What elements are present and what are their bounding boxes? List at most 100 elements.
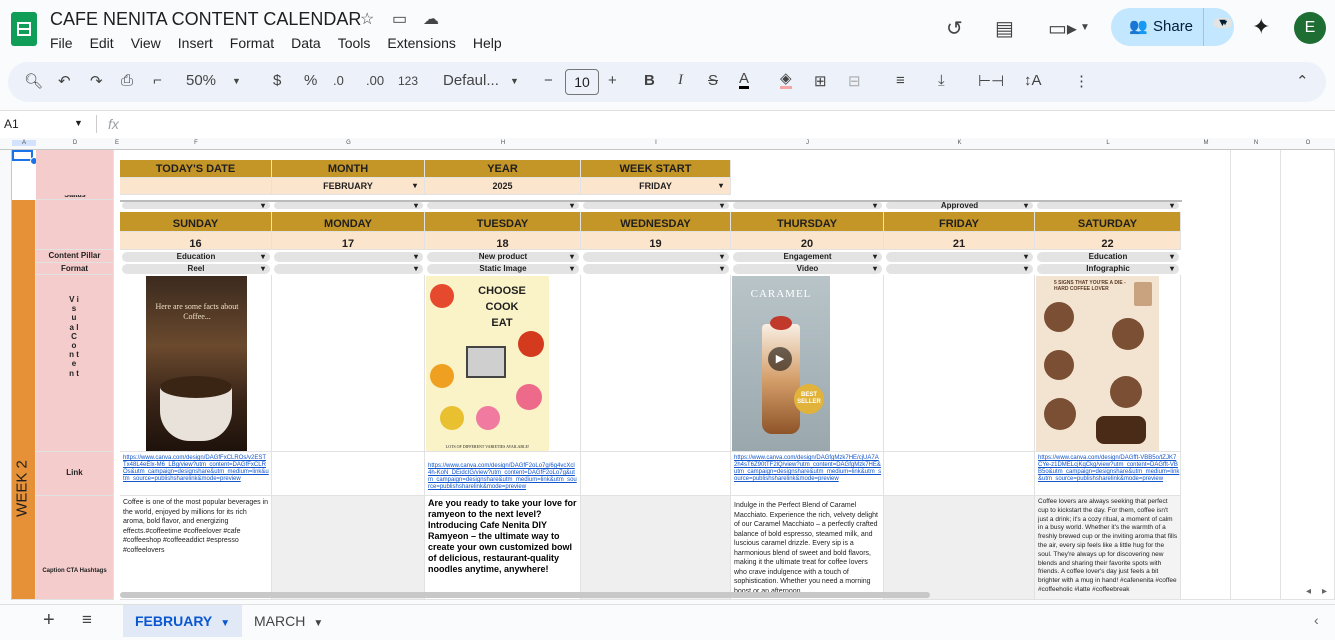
col-header-i[interactable]: I bbox=[581, 140, 731, 146]
tab-february-dropdown-icon[interactable]: ▼ bbox=[220, 618, 230, 629]
format-dropdown-wednesday[interactable] bbox=[583, 264, 729, 274]
link-saturday[interactable]: https://www.canva.com/design/DAGfft-VBB5… bbox=[1038, 455, 1180, 483]
share-dropdown-icon[interactable]: ▼ bbox=[1213, 18, 1232, 29]
add-sheet-icon[interactable]: + bbox=[43, 609, 55, 632]
status-dropdown-friday[interactable]: Approved bbox=[886, 202, 1033, 210]
week-cell[interactable]: WEEK 2 bbox=[12, 200, 36, 600]
format-dropdown-monday[interactable] bbox=[274, 264, 423, 274]
increase-font-size-icon[interactable]: + bbox=[608, 72, 617, 89]
year-value[interactable]: 2025 bbox=[425, 178, 581, 195]
fill-color-icon[interactable]: ◈ bbox=[780, 71, 792, 89]
visual-cell-monday[interactable] bbox=[272, 275, 425, 452]
day-header-thursday[interactable]: THURSDAY bbox=[731, 212, 884, 232]
scroll-left-icon[interactable]: ◂ bbox=[1306, 586, 1311, 597]
link-tuesday[interactable]: https://www.canva.com/design/DAGfF2oLo7g… bbox=[428, 463, 578, 491]
col-header-n[interactable]: N bbox=[1231, 140, 1281, 146]
column-m[interactable] bbox=[1181, 150, 1231, 600]
bold-icon[interactable]: B bbox=[644, 72, 655, 89]
pillar-dropdown-saturday[interactable]: Education bbox=[1037, 252, 1179, 262]
percent-button[interactable]: % bbox=[304, 72, 317, 89]
tab-february[interactable]: FEBRUARY ▼ bbox=[123, 605, 243, 637]
label-cell-blank[interactable] bbox=[36, 200, 114, 250]
cloud-status-icon[interactable]: ☁ bbox=[423, 9, 439, 29]
currency-button[interactable]: $ bbox=[273, 72, 281, 89]
menu-insert[interactable]: Insert bbox=[178, 35, 213, 51]
font-dropdown-icon[interactable]: ▼ bbox=[510, 76, 519, 86]
scroll-right-icon[interactable]: ▸ bbox=[1322, 586, 1327, 597]
pillar-dropdown-friday[interactable] bbox=[886, 252, 1033, 262]
status-dropdown-wednesday[interactable] bbox=[583, 202, 729, 209]
text-rotation-icon[interactable]: ↕A bbox=[1024, 72, 1042, 89]
col-header-a[interactable]: A bbox=[12, 140, 36, 146]
caption-cell-friday[interactable] bbox=[884, 496, 1035, 600]
zoom-select[interactable]: 50% bbox=[186, 72, 216, 89]
column-n[interactable] bbox=[1231, 150, 1281, 600]
caption-cell-thursday[interactable]: Indulge in the Perfect Blend of Caramel … bbox=[731, 496, 884, 600]
date-monday[interactable]: 17 bbox=[272, 232, 425, 250]
menu-help[interactable]: Help bbox=[473, 35, 502, 51]
pillar-dropdown-monday[interactable] bbox=[274, 252, 423, 262]
zoom-dropdown-icon[interactable]: ▼ bbox=[232, 76, 241, 86]
day-header-friday[interactable]: FRIDAY bbox=[884, 212, 1035, 232]
coffee-facts-image[interactable]: Here are some facts about Coffee... bbox=[146, 276, 247, 451]
col-header-f[interactable]: F bbox=[120, 140, 272, 146]
caption-cell-tuesday[interactable]: Are you ready to take your love for ramy… bbox=[425, 496, 581, 600]
day-header-saturday[interactable]: SATURDAY bbox=[1035, 212, 1181, 232]
link-cell-monday[interactable] bbox=[272, 452, 425, 496]
link-cell-sunday[interactable]: https://www.canva.com/design/DAGfFxCLROs… bbox=[120, 452, 272, 496]
col-header-l[interactable]: L bbox=[1035, 140, 1181, 146]
date-friday[interactable]: 21 bbox=[884, 232, 1035, 250]
status-dropdown-monday[interactable] bbox=[274, 202, 423, 209]
gemini-icon[interactable]: ✦ bbox=[1252, 14, 1270, 40]
coffee-lover-infographic[interactable]: 5 SIGNS THAT YOU'RE A DIE - HARD COFFEE … bbox=[1036, 276, 1159, 451]
increase-decimal-button[interactable]: .00 bbox=[366, 73, 384, 88]
menu-edit[interactable]: Edit bbox=[90, 35, 114, 51]
menu-tools[interactable]: Tools bbox=[338, 35, 371, 51]
col-header-j[interactable]: J bbox=[731, 140, 884, 146]
pillar-dropdown-wednesday[interactable] bbox=[583, 252, 729, 262]
col-header-d[interactable]: D bbox=[36, 140, 114, 146]
borders-icon[interactable]: ⊞ bbox=[814, 72, 827, 90]
week-start-dropdown[interactable]: FRIDAY bbox=[583, 181, 728, 191]
font-select[interactable]: Defaul... bbox=[443, 72, 499, 89]
link-cell-thursday[interactable]: https://www.canva.com/design/DAGfgMzk7HE… bbox=[731, 452, 884, 496]
format-dropdown-saturday[interactable]: Infographic bbox=[1037, 264, 1179, 274]
name-box[interactable]: A1 bbox=[4, 117, 19, 131]
col-header-o[interactable]: O bbox=[1281, 140, 1335, 146]
play-icon[interactable]: ▶ bbox=[768, 347, 792, 371]
menu-extensions[interactable]: Extensions bbox=[387, 35, 455, 51]
collapse-toolbar-icon[interactable]: ⌃ bbox=[1296, 72, 1309, 90]
text-color-icon[interactable]: A bbox=[739, 71, 750, 89]
tab-march[interactable]: MARCH ▼ bbox=[242, 605, 335, 637]
decrease-font-size-icon[interactable]: − bbox=[544, 72, 553, 89]
redo-icon[interactable]: ↷ bbox=[90, 72, 103, 90]
label-cell-top[interactable] bbox=[36, 150, 114, 200]
menu-view[interactable]: View bbox=[131, 35, 161, 51]
col-header-h[interactable]: H bbox=[425, 140, 581, 146]
menu-file[interactable]: File bbox=[50, 35, 73, 51]
menu-format[interactable]: Format bbox=[230, 35, 274, 51]
name-box-dropdown-icon[interactable]: ▼ bbox=[74, 118, 83, 128]
day-header-wednesday[interactable]: WEDNESDAY bbox=[581, 212, 731, 232]
week-start-cell[interactable]: FRIDAY bbox=[581, 178, 731, 195]
header-week-start[interactable]: WEEK START bbox=[581, 160, 731, 178]
header-year[interactable]: YEAR bbox=[425, 160, 581, 178]
month-cell[interactable]: FEBRUARY bbox=[272, 178, 425, 195]
text-wrapping-icon[interactable]: ⊢⊣ bbox=[978, 72, 1004, 90]
link-cell-saturday[interactable]: https://www.canva.com/design/DAGfft-VBB5… bbox=[1035, 452, 1181, 496]
search-menus-icon[interactable]: 🔍︎ bbox=[24, 72, 43, 90]
spreadsheet-grid[interactable]: A D E F G H I J K L M N O WEEK 2 Content… bbox=[0, 138, 1335, 600]
pillar-dropdown-sunday[interactable]: Education bbox=[122, 252, 270, 262]
link-cell-friday[interactable] bbox=[884, 452, 1035, 496]
tab-march-dropdown-icon[interactable]: ▼ bbox=[313, 618, 323, 629]
status-dropdown-sunday[interactable] bbox=[122, 202, 270, 209]
italic-icon[interactable]: I bbox=[678, 72, 683, 89]
link-thursday[interactable]: https://www.canva.com/design/DAGfgMzk7HE… bbox=[734, 455, 882, 483]
month-dropdown[interactable]: FEBRUARY bbox=[274, 181, 422, 191]
comments-icon[interactable]: ▤ bbox=[995, 16, 1014, 41]
paint-format-icon[interactable]: ⌐ bbox=[153, 72, 162, 89]
caption-cell-monday[interactable] bbox=[272, 496, 425, 600]
status-dropdown-tuesday[interactable] bbox=[427, 202, 579, 209]
date-thursday[interactable]: 20 bbox=[731, 232, 884, 250]
document-title[interactable]: CAFE NENITA CONTENT CALENDAR bbox=[50, 9, 361, 30]
